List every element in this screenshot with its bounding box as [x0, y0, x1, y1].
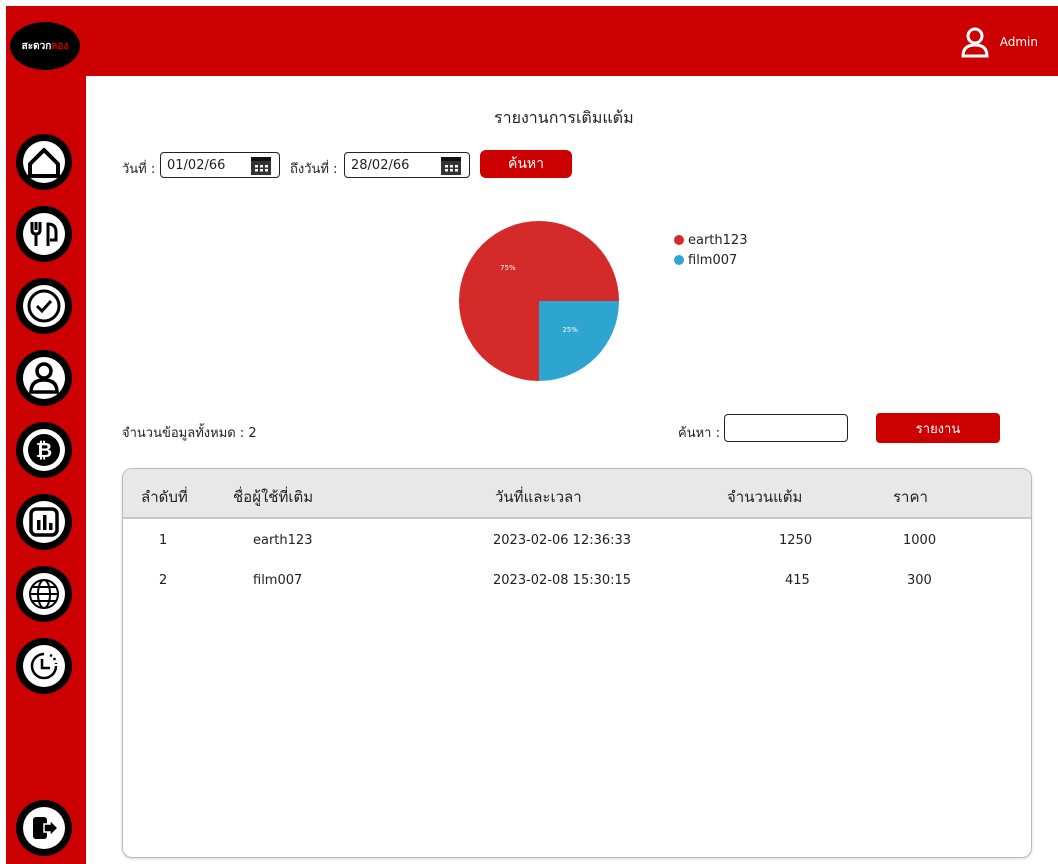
page-title: รายงานการเติมแต้ม: [494, 108, 634, 127]
cell-order: 1: [159, 533, 168, 548]
home-icon: [23, 141, 65, 183]
bitcoin-icon: ₿: [23, 429, 65, 471]
check-icon: [23, 285, 65, 327]
chart-icon: [23, 501, 65, 543]
logo[interactable]: สะดวก ลอง: [10, 22, 80, 70]
sidebar-item-food[interactable]: [16, 206, 72, 262]
pie-label: 75%: [500, 264, 516, 272]
svg-text:₿: ₿: [36, 438, 52, 462]
total-count-label: จำนวนข้อมูลทั้งหมด : 2: [122, 426, 257, 441]
legend-swatch: [674, 235, 684, 245]
from-date-label: วันที่ :: [122, 162, 156, 177]
sidebar-item-globe[interactable]: [16, 566, 72, 622]
sidebar-item-history[interactable]: [16, 638, 72, 694]
column-header-points[interactable]: จำนวนแต้ม: [727, 485, 802, 509]
table-search-label: ค้นหา :: [678, 426, 720, 441]
logo-text: สะดวก: [21, 40, 52, 52]
from-date-value: 01/02/66: [167, 157, 226, 173]
to-date-label: ถึงวันที่ :: [290, 162, 338, 177]
pie-slice-film007[interactable]: [539, 301, 619, 381]
sidebar-item-bitcoin[interactable]: ₿: [16, 422, 72, 478]
pie-label: 25%: [562, 326, 578, 334]
cell-username: film007: [253, 573, 303, 588]
cell-order: 2: [159, 573, 168, 588]
logout-icon: [23, 807, 65, 849]
legend-label: film007: [688, 252, 738, 268]
cell-datetime: 2023-02-06 12:36:33: [493, 533, 632, 548]
sidebar-item-users[interactable]: [16, 350, 72, 406]
report-button[interactable]: รายงาน: [876, 413, 1000, 443]
cell-points: 1250: [779, 533, 813, 548]
legend-item: earth123: [674, 230, 747, 250]
sidebar-item-check[interactable]: [16, 278, 72, 334]
cell-price: 300: [907, 573, 932, 588]
logo-text-accent: ลอง: [51, 40, 69, 52]
from-date-field[interactable]: 01/02/66: [160, 152, 280, 178]
to-date-value: 28/02/66: [351, 157, 410, 173]
legend-label: earth123: [688, 232, 748, 248]
chart-legend: earth123 film007: [674, 230, 747, 270]
column-header-price[interactable]: ราคา: [893, 485, 928, 509]
sidebar-item-report[interactable]: [16, 494, 72, 550]
cell-datetime: 2023-02-08 15:30:15: [493, 573, 632, 588]
user-icon: [961, 27, 989, 58]
column-header-order[interactable]: ลำดับที่: [141, 485, 188, 509]
search-button[interactable]: ค้นหา: [480, 150, 572, 178]
report-table: ลำดับที่ ชื่อผู้ใช้ที่เติม วันที่และเวลา…: [122, 468, 1032, 858]
cell-price: 1000: [903, 533, 937, 548]
legend-swatch: [674, 255, 684, 265]
legend-item: film007: [674, 250, 747, 270]
admin-label: Admin: [999, 35, 1038, 49]
cell-username: earth123: [253, 533, 313, 548]
to-date-field[interactable]: 28/02/66: [344, 152, 470, 178]
user-icon: [23, 357, 65, 399]
table-header: ลำดับที่ ชื่อผู้ใช้ที่เติม วันที่และเวลา…: [123, 469, 1031, 519]
table-search-input[interactable]: [724, 414, 848, 442]
sidebar-item-home[interactable]: [16, 134, 72, 190]
history-icon: [23, 645, 65, 687]
food-icon: [23, 213, 65, 255]
top-bar: Admin: [6, 6, 1058, 76]
logout-button[interactable]: [16, 800, 72, 856]
pie-chart: 75% 25%: [459, 221, 619, 381]
cell-points: 415: [785, 573, 810, 588]
globe-icon: [23, 573, 65, 615]
column-header-datetime[interactable]: วันที่และเวลา: [495, 485, 582, 509]
column-header-username[interactable]: ชื่อผู้ใช้ที่เติม: [233, 485, 313, 509]
calendar-icon[interactable]: [441, 157, 461, 175]
admin-menu[interactable]: Admin: [960, 26, 1038, 58]
calendar-icon[interactable]: [251, 157, 271, 175]
